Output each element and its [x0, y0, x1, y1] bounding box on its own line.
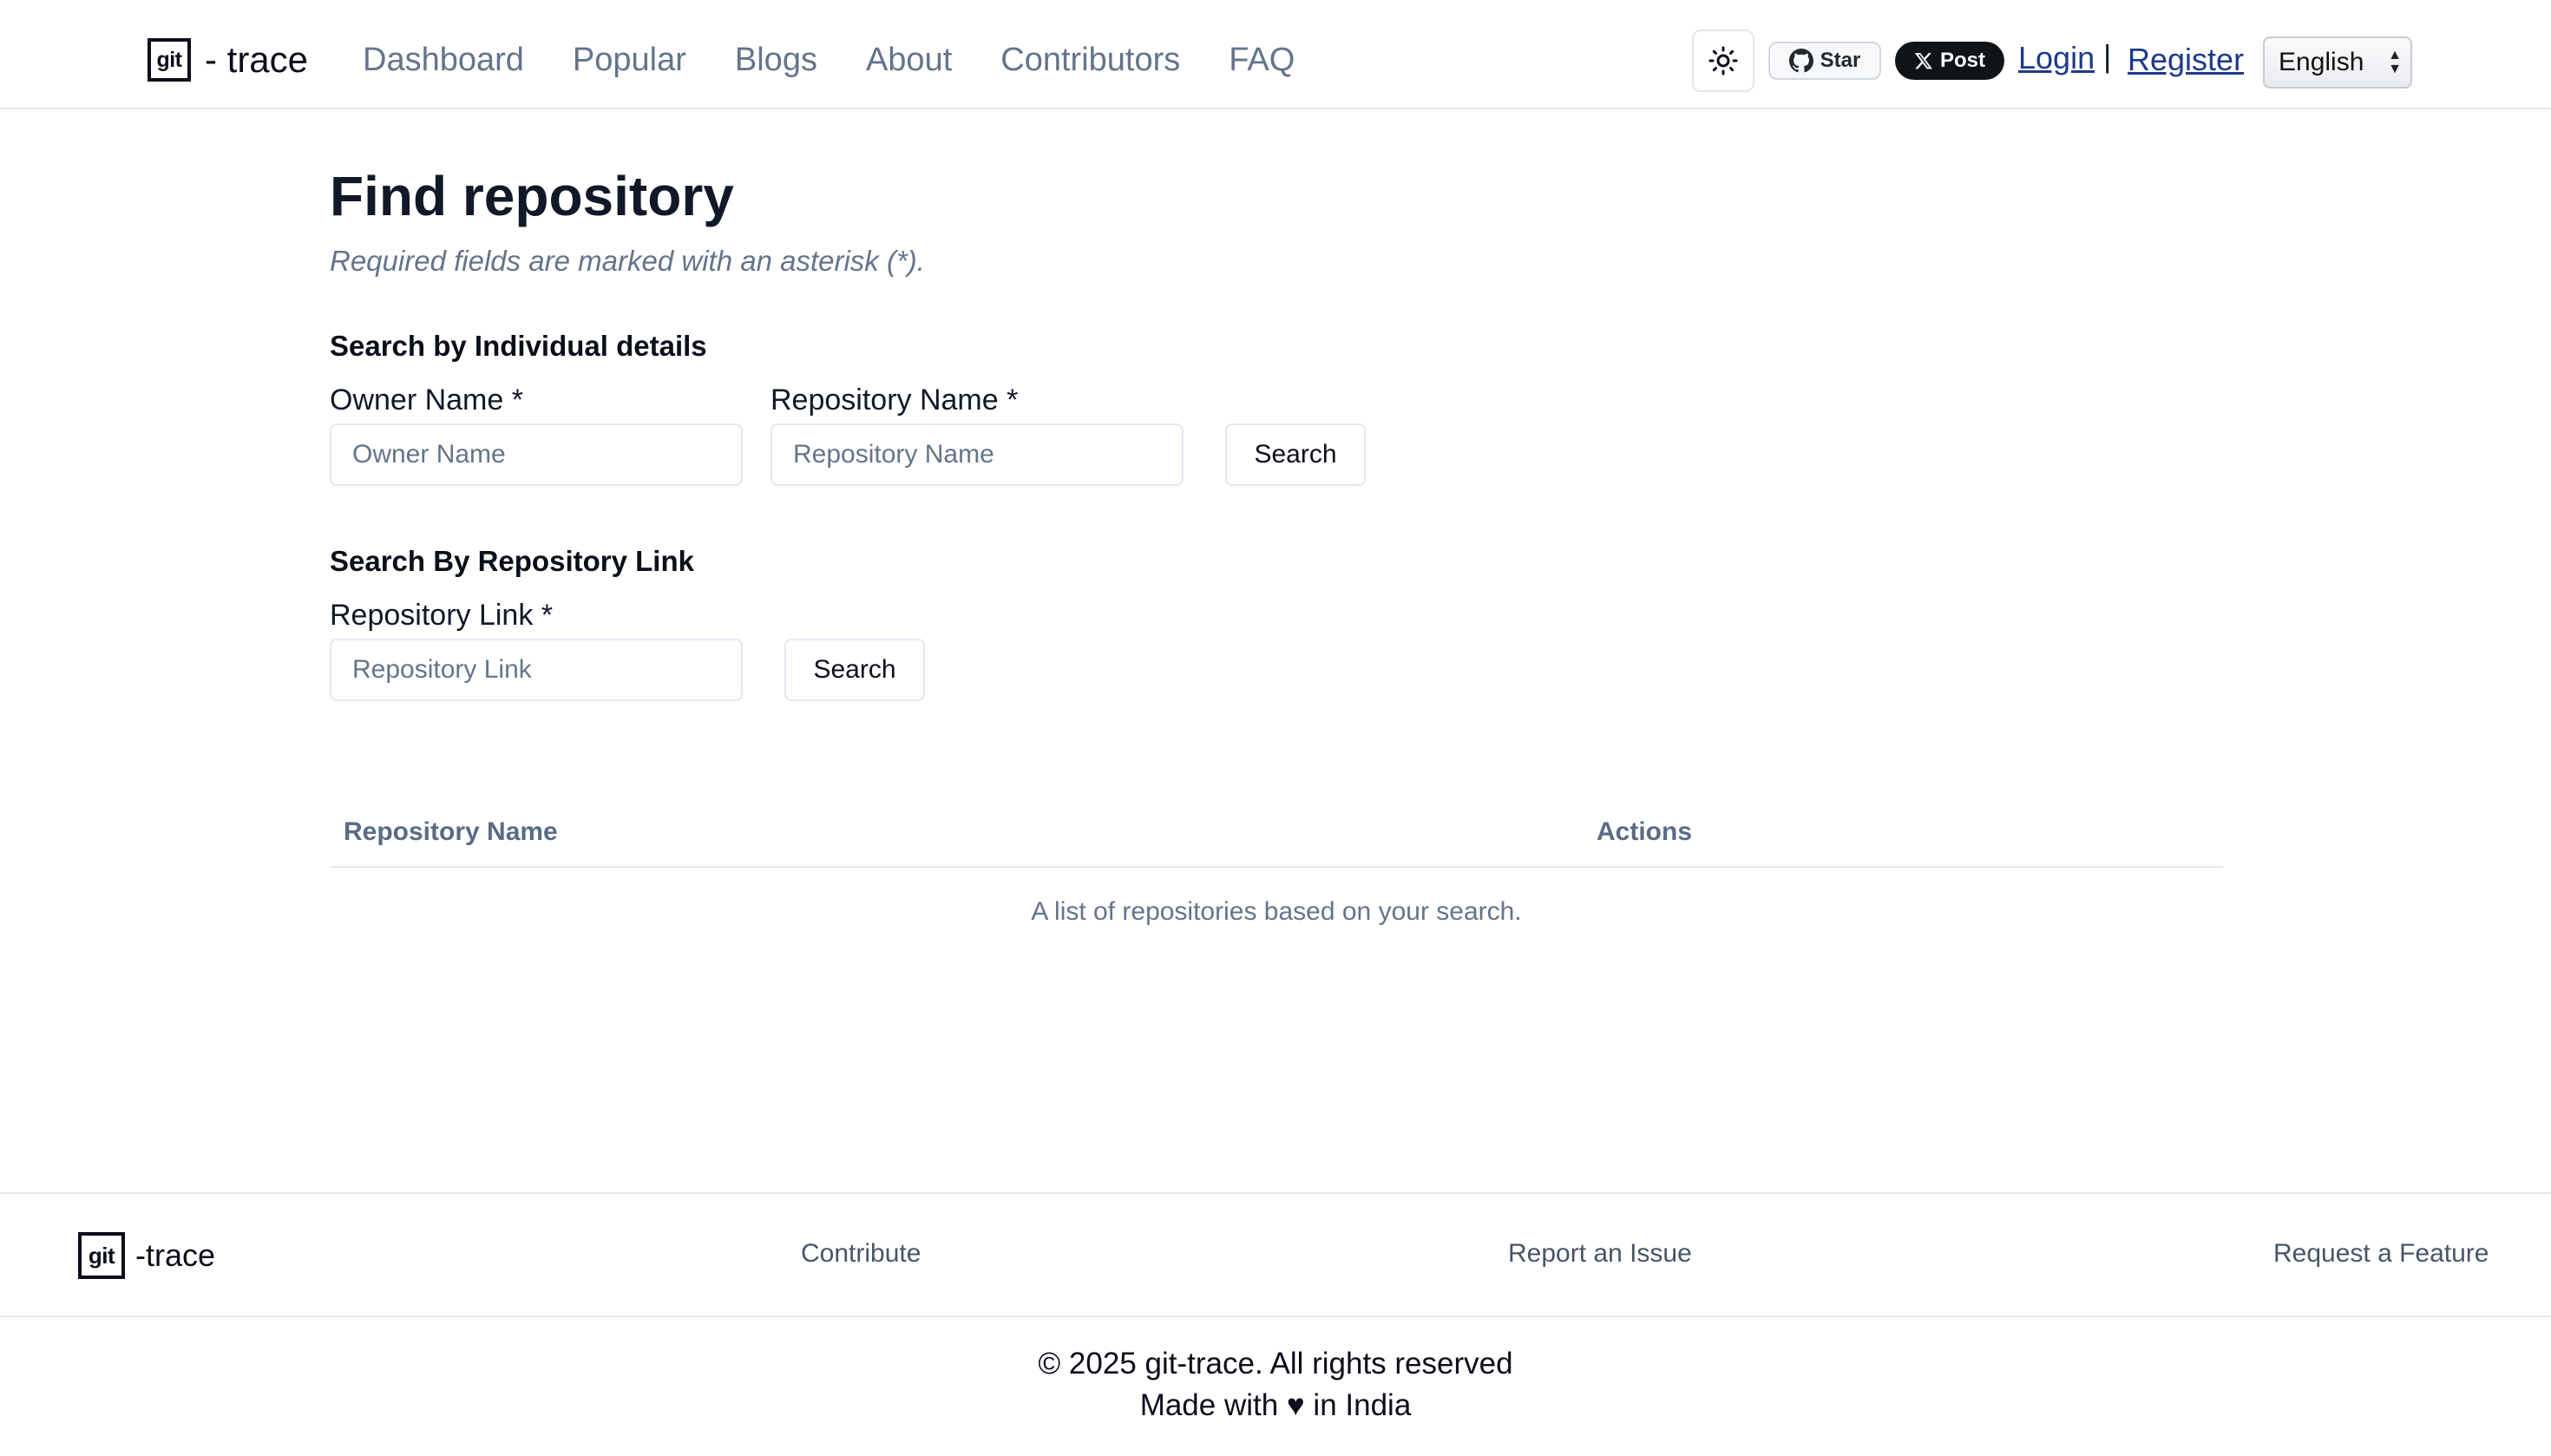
nav-dashboard[interactable]: Dashboard	[363, 38, 524, 82]
table-divider	[330, 866, 2223, 868]
select-arrows-icon: ▲ ▼	[2388, 48, 2402, 76]
login-link[interactable]: Login	[2018, 40, 2095, 76]
auth-separator: |	[2103, 38, 2112, 74]
copyright-text: © 2025 git-trace. All rights reserved	[1038, 1347, 1513, 1381]
git-logo-icon: git	[148, 38, 191, 82]
nav-popular[interactable]: Popular	[573, 38, 686, 82]
repository-link-input[interactable]	[330, 639, 743, 701]
made-with-text: Made with ♥ in India	[1139, 1388, 1412, 1422]
nav-blogs[interactable]: Blogs	[735, 38, 817, 82]
x-post-label: Post	[1939, 49, 1985, 72]
link-search-heading: Search By Repository Link	[330, 545, 694, 577]
owner-name-input[interactable]	[330, 423, 743, 486]
individual-search-heading: Search by Individual details	[330, 330, 707, 362]
footer-brand-name: -trace	[135, 1237, 216, 1273]
github-star-button[interactable]: Star	[1768, 42, 1881, 80]
theme-toggle-button[interactable]	[1692, 30, 1754, 92]
brand-name: - trace	[205, 39, 309, 80]
column-header-actions: Actions	[1597, 817, 1693, 846]
nav-contributors[interactable]: Contributors	[1000, 38, 1180, 82]
search-individual-button[interactable]: Search	[1225, 423, 1366, 486]
footer-bar: git -trace Contribute Report an Issue Re…	[0, 1192, 2551, 1317]
github-star-label: Star	[1820, 49, 1861, 72]
owner-name-label: Owner Name *	[330, 384, 523, 416]
x-logo-icon	[1914, 53, 1932, 69]
footer-contribute-link[interactable]: Contribute	[801, 1239, 921, 1269]
main-nav: Dashboard Popular Blogs About Contributo…	[363, 38, 1343, 82]
x-post-button[interactable]: Post	[1895, 42, 2004, 80]
language-value: English	[2279, 48, 2364, 76]
github-icon	[1788, 49, 1813, 73]
repository-name-input[interactable]	[771, 423, 1184, 486]
footer-logo[interactable]: git -trace	[78, 1232, 215, 1279]
footer-report-issue-link[interactable]: Report an Issue	[1508, 1239, 1692, 1269]
column-header-repository-name: Repository Name	[344, 817, 558, 846]
git-logo-icon: git	[78, 1232, 125, 1279]
repository-name-label: Repository Name *	[771, 384, 1019, 416]
brand-logo[interactable]: git - trace	[148, 36, 308, 83]
page-title: Find repository	[330, 165, 734, 227]
nav-faq[interactable]: FAQ	[1229, 38, 1295, 82]
language-select[interactable]: English ▲ ▼	[2263, 36, 2412, 89]
required-fields-note: Required fields are marked with an aster…	[330, 245, 925, 277]
register-link[interactable]: Register	[2128, 42, 2244, 78]
top-navbar: git - trace Dashboard Popular Blogs Abou…	[0, 0, 2551, 109]
table-caption: A list of repositories based on your sea…	[1031, 897, 1522, 926]
footer-request-feature-link[interactable]: Request a Feature	[2273, 1239, 2489, 1269]
search-link-button[interactable]: Search	[784, 639, 925, 701]
repository-link-label: Repository Link *	[330, 599, 554, 632]
sun-icon	[1708, 46, 1738, 75]
nav-about[interactable]: About	[866, 38, 952, 82]
